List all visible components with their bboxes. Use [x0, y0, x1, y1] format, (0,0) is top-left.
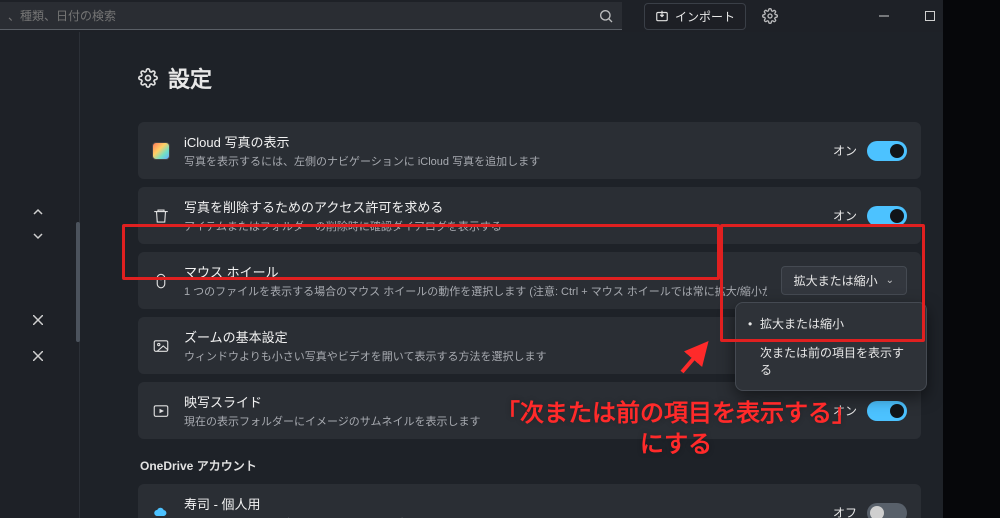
toggle-switch[interactable] — [867, 503, 907, 518]
search-icon — [598, 8, 614, 24]
page-title: 設定 — [168, 62, 212, 94]
left-sidebar — [0, 32, 80, 518]
setting-row-mouse-wheel[interactable]: マウス ホイール 1 つのファイルを表示する場合のマウス ホイールの動作を選択し… — [138, 252, 921, 309]
page-heading: 設定 — [138, 62, 921, 94]
onedrive-icon — [152, 504, 170, 518]
toggle-switch[interactable] — [867, 141, 907, 161]
search-box[interactable] — [0, 2, 622, 30]
slideshow-icon — [152, 402, 170, 420]
minimize-button[interactable] — [862, 1, 906, 31]
row-title: 写真を削除するためのアクセス許可を求める — [184, 197, 819, 216]
row-title: 寿司 - 個人用 — [184, 494, 819, 513]
menu-item-next-prev[interactable]: 次または前の項目を表示する — [740, 338, 922, 384]
trash-icon — [152, 207, 170, 225]
right-dark-panel — [943, 0, 1000, 518]
title-bar: インポート — [0, 0, 1000, 32]
gear-icon — [138, 68, 158, 88]
setting-row-icloud[interactable]: iCloud 写真の表示 写真を表示するには、左側のナビゲーションに iClou… — [138, 122, 921, 179]
setting-row-onedrive-account[interactable]: 寿司 - 個人用 このアカウントの写真をMicrosoft フォトで表示する オ… — [138, 484, 921, 518]
row-title: iCloud 写真の表示 — [184, 132, 819, 151]
annotation-line2: にする — [640, 431, 712, 458]
mouse-wheel-dropdown-menu: 拡大または縮小 次または前の項目を表示する — [735, 302, 927, 391]
toggle-label: オフ — [833, 504, 857, 518]
rail-close-button-1[interactable] — [0, 308, 76, 332]
menu-item-zoom[interactable]: 拡大または縮小 — [740, 309, 922, 338]
toggle-label: オン — [833, 142, 857, 159]
dropdown-selected: 拡大または縮小 — [794, 272, 878, 289]
photos-icon — [152, 142, 170, 160]
close-icon — [33, 351, 43, 361]
rail-scroll-down[interactable] — [0, 224, 76, 248]
menu-item-label: 次または前の項目を表示する — [760, 344, 912, 378]
maximize-icon — [925, 11, 935, 21]
toggle-label: オン — [833, 207, 857, 224]
setting-row-delete-confirm[interactable]: 写真を削除するためのアクセス許可を求める アイテムまたはフォルダーの削除時に確認… — [138, 187, 921, 244]
rail-scroll-up[interactable] — [0, 200, 76, 224]
row-desc: アイテムまたはフォルダーの削除時に確認ダイアログを表示する — [184, 218, 819, 234]
close-icon — [33, 315, 43, 325]
header-settings-button[interactable] — [756, 2, 784, 30]
image-icon — [152, 337, 170, 355]
mouse-icon — [152, 272, 170, 290]
chevron-down-icon: ⌄ — [886, 275, 894, 286]
row-desc: 写真を表示するには、左側のナビゲーションに iCloud 写真を追加します — [184, 153, 819, 169]
menu-item-label: 拡大または縮小 — [760, 315, 844, 332]
import-button[interactable]: インポート — [644, 3, 746, 30]
row-title: マウス ホイール — [184, 262, 767, 281]
row-desc: 1 つのファイルを表示する場合のマウス ホイールの動作を選択します (注意: C… — [184, 283, 767, 299]
toggle-switch[interactable] — [867, 206, 907, 226]
mouse-wheel-dropdown[interactable]: 拡大または縮小 ⌄ — [781, 266, 907, 295]
annotation-arrow — [676, 336, 716, 376]
rail-close-button-2[interactable] — [0, 344, 76, 368]
minimize-icon — [879, 11, 889, 21]
chevron-up-icon — [33, 207, 43, 217]
import-icon — [655, 9, 669, 23]
annotation-line1: 「次または前の項目を表示する」 — [496, 400, 856, 427]
gear-icon — [762, 8, 778, 24]
search-input[interactable] — [8, 9, 598, 23]
annotation-text: 「次または前の項目を表示する」 にする — [416, 398, 936, 460]
import-label: インポート — [675, 8, 735, 25]
chevron-down-icon — [33, 231, 43, 241]
